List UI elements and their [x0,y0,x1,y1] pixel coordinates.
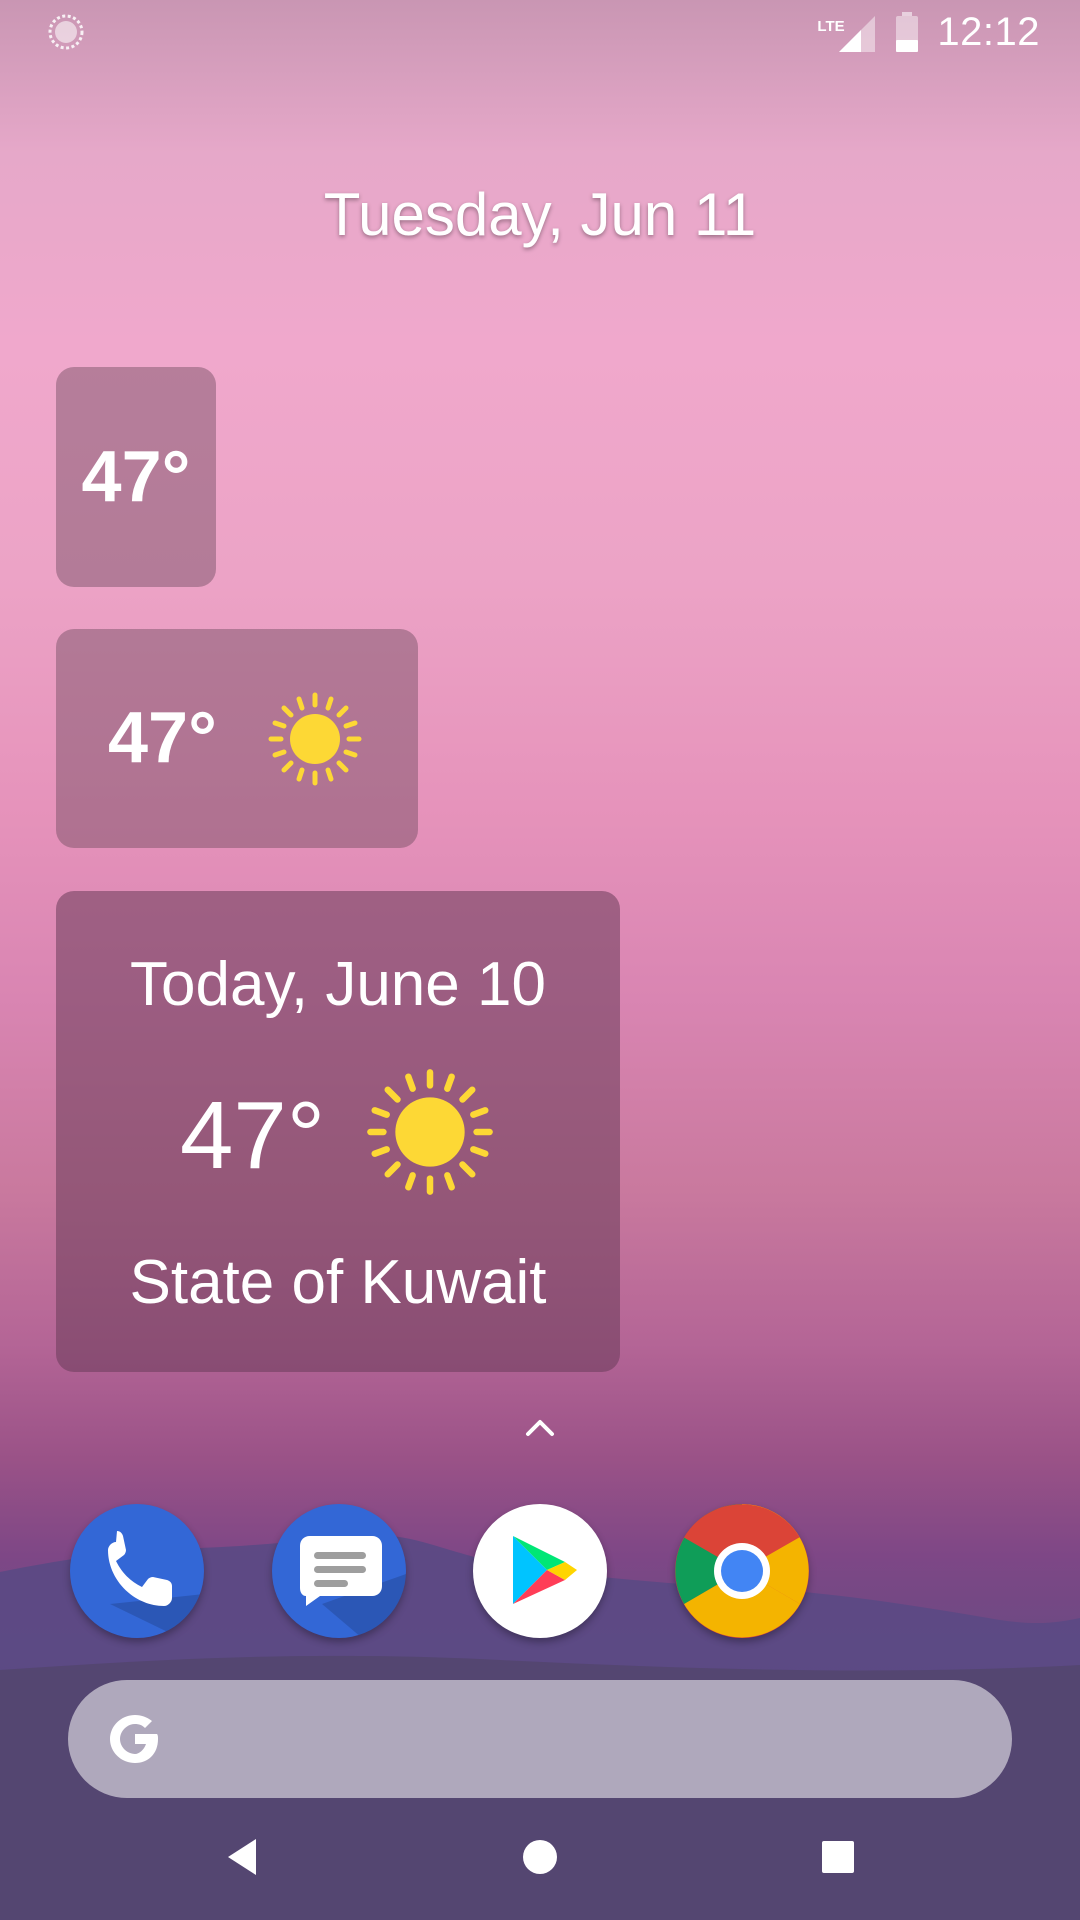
sun-icon [367,1069,493,1195]
battery-icon [896,12,919,52]
forecast-day-label: Today, June 10 [130,950,546,1019]
home-date-label[interactable]: Tuesday, Jun 11 [0,180,1080,249]
weather-widget-medium[interactable]: 47° [56,629,418,848]
temperature-label: 47° [81,437,191,517]
weather-widget-large[interactable]: Today, June 10 47° State of Kuwait [56,891,620,1372]
status-bar: LTE 12:12 [0,0,1080,64]
home-screen: LTE 12:12 Tuesday, Jun 11 47° 47° Today,… [0,0,1080,1920]
play-store-app-icon[interactable] [473,1504,607,1638]
sync-icon [48,14,84,50]
chrome-app-icon[interactable] [675,1504,809,1638]
temperature-label: 47° [180,1082,326,1189]
messages-app-icon[interactable] [272,1504,406,1638]
home-button[interactable] [520,1837,560,1877]
status-clock: 12:12 [937,9,1040,54]
phone-app-icon[interactable] [70,1504,204,1638]
all-apps-caret-icon[interactable] [520,1412,560,1442]
back-button[interactable] [222,1835,262,1879]
google-search-bar[interactable] [68,1680,1012,1798]
location-label: State of Kuwait [129,1248,547,1317]
weather-widget-small[interactable]: 47° [56,367,216,587]
signal-icon: LTE [817,12,877,52]
temperature-label: 47° [108,698,217,778]
recents-button[interactable] [820,1839,856,1875]
google-g-icon [110,1715,158,1763]
sun-icon [268,692,362,786]
